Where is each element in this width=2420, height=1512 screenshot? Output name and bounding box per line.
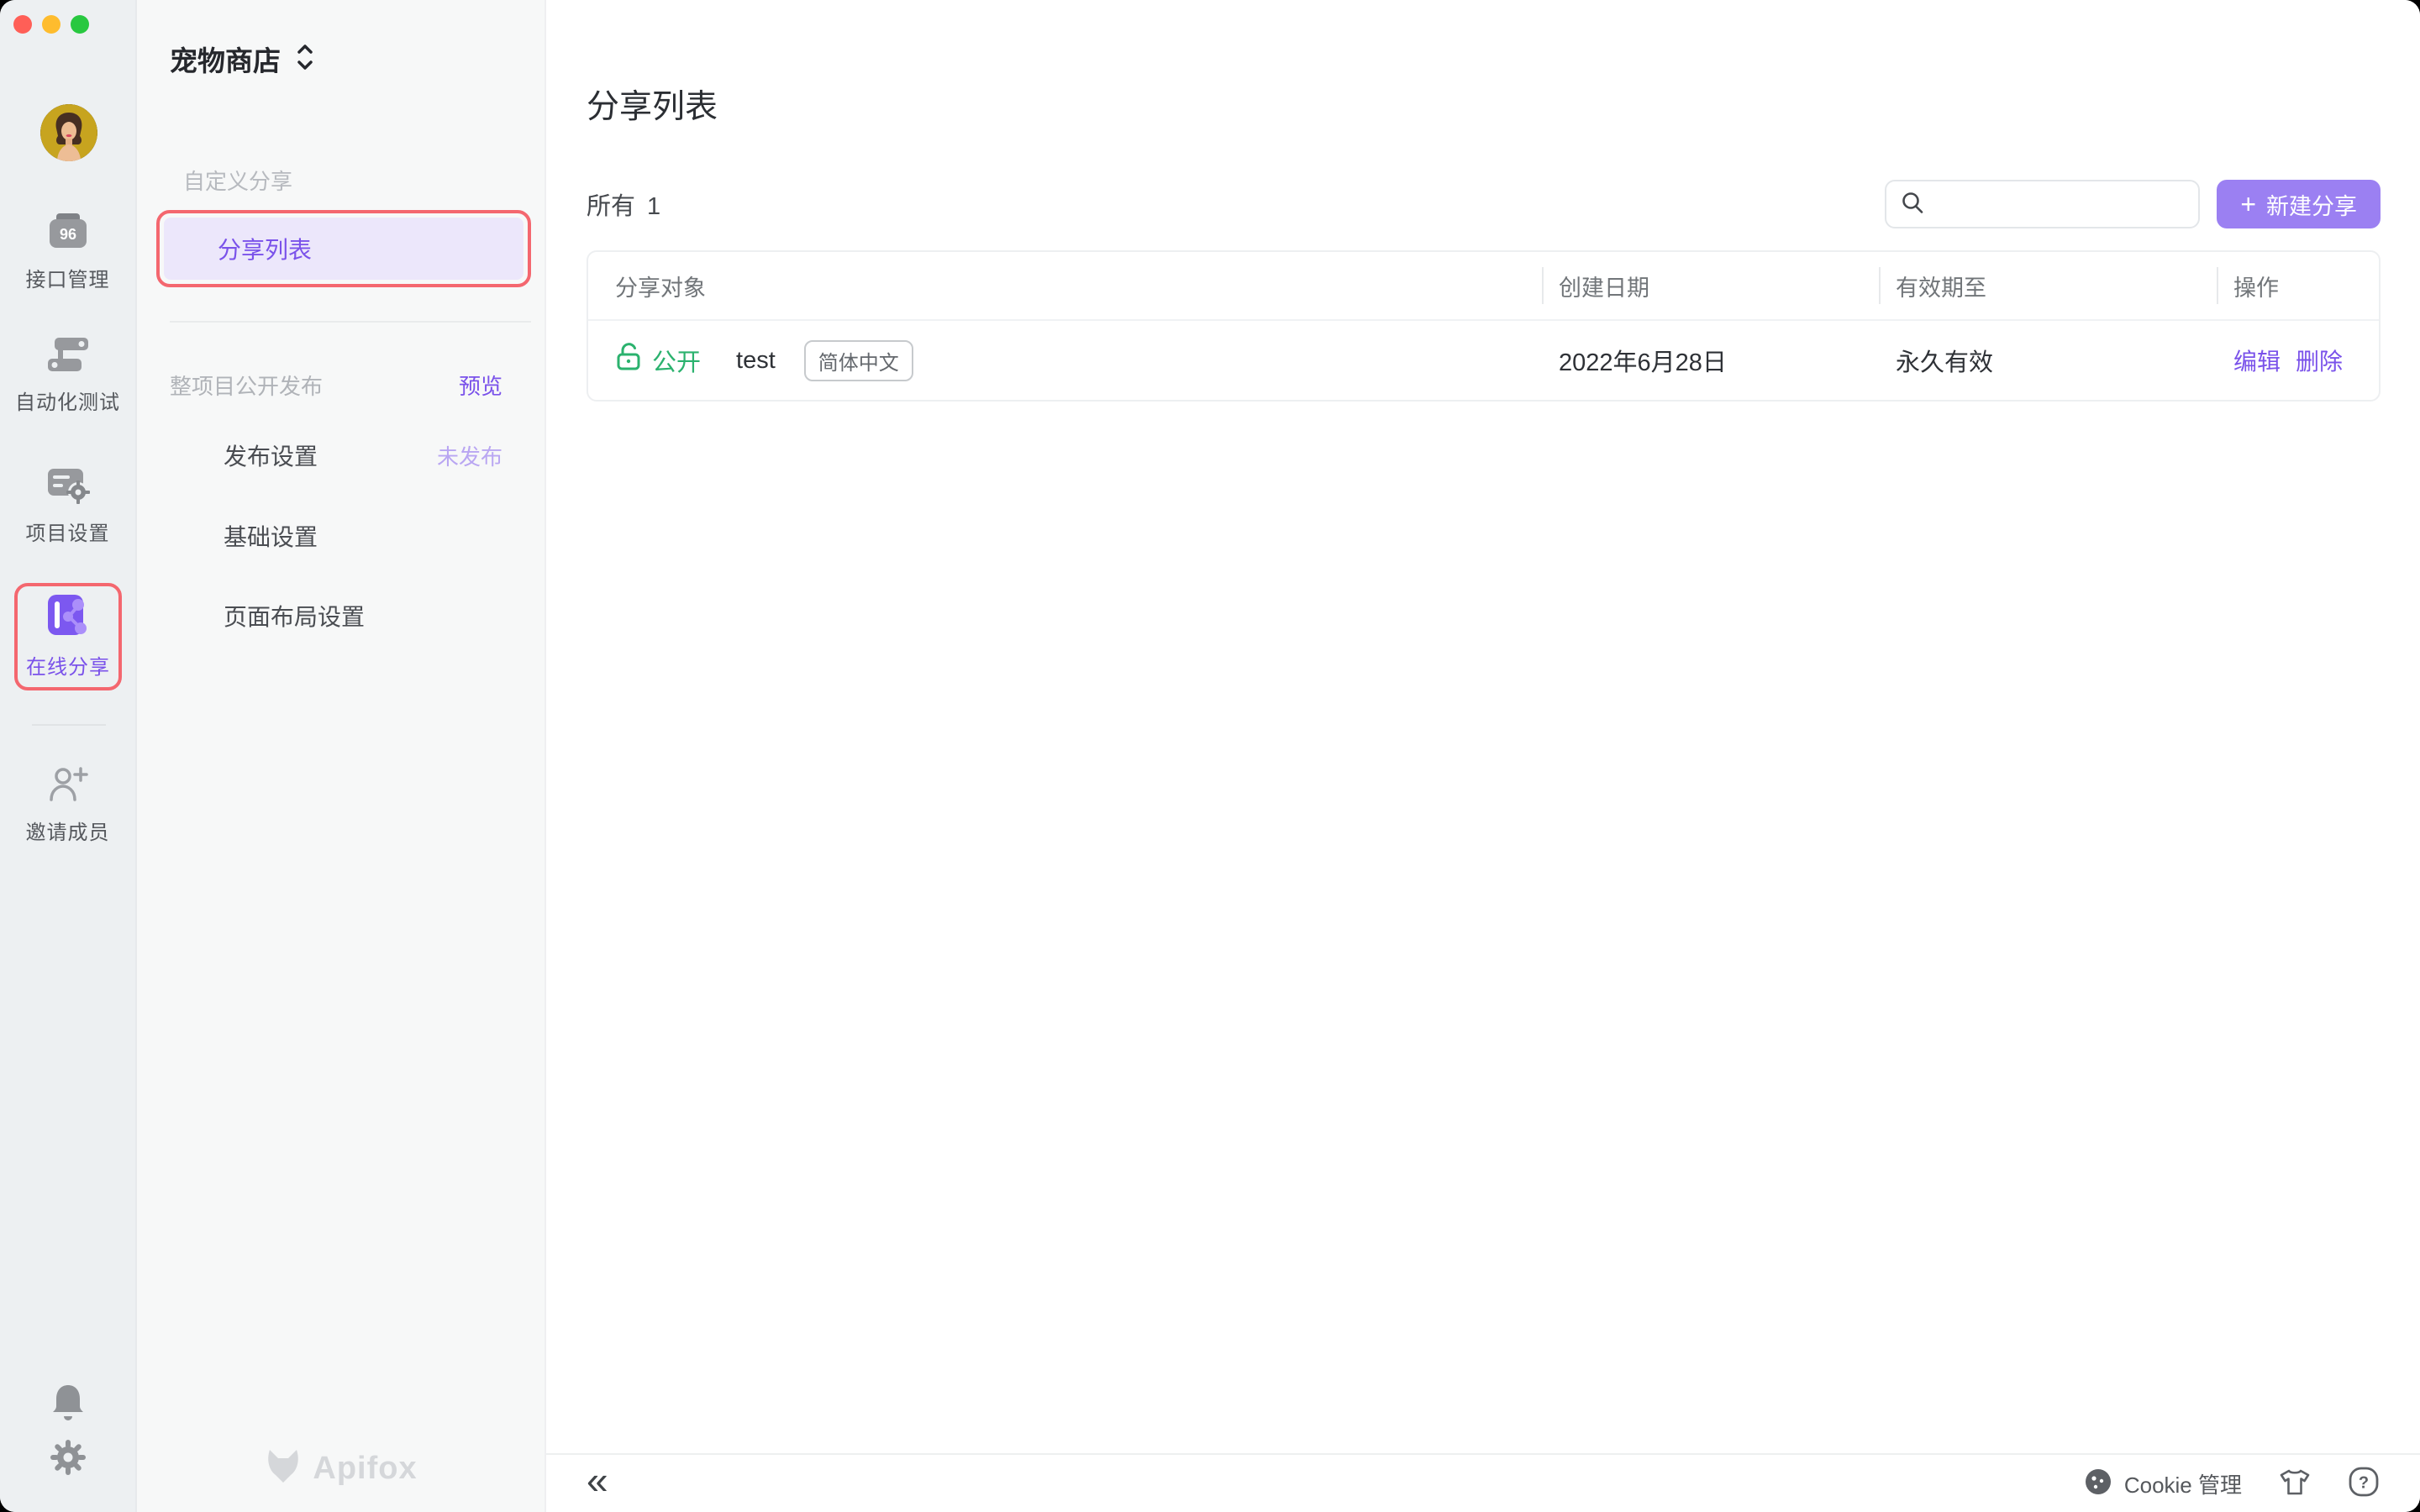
project-name: 宠物商店 xyxy=(170,39,281,79)
sidebar-item-label: 分享列表 xyxy=(164,218,523,280)
delete-link[interactable]: 删除 xyxy=(2296,344,2343,377)
column-header-actions: 操作 xyxy=(2217,252,2379,319)
toolbar: 所有 1 + 新建分享 xyxy=(587,180,2381,228)
new-share-button[interactable]: + 新建分享 xyxy=(2217,180,2381,228)
cookie-icon xyxy=(2084,1467,2112,1500)
search-icon xyxy=(1900,190,1925,219)
language-tag: 简体中文 xyxy=(804,340,913,381)
main-content: 分享列表 所有 1 + 新建分享 xyxy=(546,0,2420,1512)
status-badge-unpublished: 未发布 xyxy=(437,440,502,471)
collapse-sidebar-button[interactable]: « xyxy=(587,1461,608,1506)
project-switcher[interactable]: 宠物商店 xyxy=(170,39,314,79)
sidebar-item-invite-member[interactable]: 邀请成员 xyxy=(0,766,135,845)
gear-icon xyxy=(49,1438,87,1481)
activity-bar: 96 接口管理 自动化测试 xyxy=(0,0,137,1512)
sidebar-item-label: 在线分享 xyxy=(26,650,110,680)
valid-until: 永久有效 xyxy=(1879,343,2217,378)
share-name: test xyxy=(736,347,776,375)
sidebar-item-label: 自动化测试 xyxy=(15,386,120,415)
app-window: 96 接口管理 自动化测试 xyxy=(0,0,2420,1512)
cookie-manager-label: Cookie 管理 xyxy=(2124,1468,2242,1499)
sidebar-item-automation-test[interactable]: 自动化测试 xyxy=(0,336,135,415)
sidebar-item-label: 发布设置 xyxy=(224,438,318,472)
sidebar-item-label: 页面布局设置 xyxy=(224,599,365,633)
help-button[interactable]: ? xyxy=(2348,1466,2380,1502)
automation-test-icon xyxy=(46,336,90,377)
sidebar-item-page-layout-settings[interactable]: 页面布局设置 xyxy=(224,599,502,633)
filter-label: 所有 xyxy=(587,186,635,222)
online-share-icon xyxy=(44,594,92,643)
zoom-button[interactable] xyxy=(71,15,89,34)
logo-text: Apifox xyxy=(313,1451,417,1487)
share-table: 分享对象 创建日期 有效期至 操作 公开 xyxy=(587,250,2381,402)
chevron-updown-icon xyxy=(296,43,314,76)
status-bar: « Cookie 管理 xyxy=(546,1453,2420,1512)
bell-icon xyxy=(50,1383,87,1429)
svg-text:?: ? xyxy=(2359,1473,2369,1492)
avatar[interactable] xyxy=(40,104,97,161)
theme-button[interactable] xyxy=(2279,1467,2311,1500)
fox-icon xyxy=(264,1447,302,1490)
project-settings-icon xyxy=(46,465,90,508)
api-management-icon: 96 xyxy=(47,212,89,255)
visibility-label: 公开 xyxy=(652,343,701,378)
plus-icon: + xyxy=(2240,191,2256,218)
section-label-custom-share: 自定义分享 xyxy=(183,165,292,196)
section-row-publish: 整项目公开发布 预览 xyxy=(170,370,502,401)
new-share-button-label: 新建分享 xyxy=(2266,188,2357,221)
search-box[interactable] xyxy=(1885,180,2200,228)
sidebar-item-publish-settings[interactable]: 发布设置 未发布 xyxy=(224,438,502,472)
table-header: 分享对象 创建日期 有效期至 操作 xyxy=(588,252,2379,319)
column-header-valid-until: 有效期至 xyxy=(1879,252,2217,319)
traffic-lights xyxy=(13,15,89,34)
search-input[interactable] xyxy=(1935,192,2217,218)
sidebar-item-label: 项目设置 xyxy=(26,517,110,546)
tshirt-icon xyxy=(2279,1467,2311,1500)
svg-text:96: 96 xyxy=(59,226,76,243)
apifox-logo: Apifox xyxy=(137,1447,544,1490)
edit-link[interactable]: 编辑 xyxy=(2233,344,2281,377)
column-header-created-date: 创建日期 xyxy=(1542,252,1879,319)
sidebar-item-label: 接口管理 xyxy=(26,263,110,292)
sidebar-item-project-settings[interactable]: 项目设置 xyxy=(0,465,135,546)
cookie-manager-button[interactable]: Cookie 管理 xyxy=(2084,1467,2242,1500)
help-icon: ? xyxy=(2348,1466,2380,1502)
sidebar-item-label: 基础设置 xyxy=(224,519,318,553)
invite-member-icon xyxy=(47,766,89,807)
filter-count: 1 xyxy=(647,193,660,221)
table-row[interactable]: 公开 test 简体中文 2022年6月28日 永久有效 编辑 删除 xyxy=(588,319,2379,400)
notifications-button[interactable] xyxy=(0,1383,135,1429)
sidebar-item-basic-settings[interactable]: 基础设置 xyxy=(224,519,502,553)
created-date: 2022年6月28日 xyxy=(1542,343,1879,378)
filter-all[interactable]: 所有 1 xyxy=(587,186,660,222)
column-header-share-target: 分享对象 xyxy=(588,252,1542,319)
sidebar-item-api-management[interactable]: 96 接口管理 xyxy=(0,212,135,292)
sidebar-item-label: 邀请成员 xyxy=(26,816,110,845)
close-button[interactable] xyxy=(13,15,32,34)
lock-open-icon xyxy=(615,342,644,379)
project-sidebar: 宠物商店 自定义分享 分享列表 整项目公开发布 预览 发布设置 未发布 基础设置 xyxy=(137,0,546,1512)
divider xyxy=(32,724,106,726)
settings-button[interactable] xyxy=(0,1438,135,1481)
section-label-publish: 整项目公开发布 xyxy=(170,370,323,401)
sidebar-item-share-list-selected[interactable]: 分享列表 xyxy=(156,210,531,287)
preview-link[interactable]: 预览 xyxy=(459,370,502,401)
visibility-public: 公开 xyxy=(615,342,701,379)
minimize-button[interactable] xyxy=(42,15,60,34)
page-title: 分享列表 xyxy=(587,81,2381,128)
sidebar-item-online-share-active[interactable]: 在线分享 xyxy=(14,583,122,690)
divider xyxy=(170,321,531,323)
